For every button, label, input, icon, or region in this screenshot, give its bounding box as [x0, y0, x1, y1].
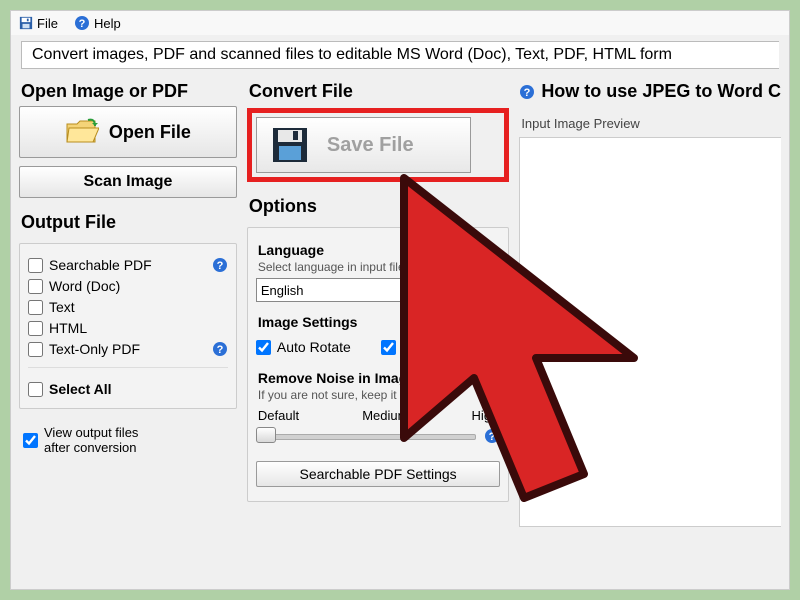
save-file-highlight: Save File — [247, 108, 509, 182]
options-section-title: Options — [249, 196, 509, 217]
menu-file[interactable]: File — [19, 16, 58, 31]
auto-rotate-checkbox[interactable] — [256, 340, 271, 355]
output-section-title: Output File — [21, 212, 237, 233]
howto-title: How to use JPEG to Word C — [541, 81, 781, 102]
save-file-label: Save File — [327, 134, 414, 157]
noise-title: Remove Noise in Image — [258, 370, 500, 386]
help-icon: ? — [519, 84, 535, 100]
open-file-button[interactable]: Open File — [19, 106, 237, 158]
preview-label: Input Image Preview — [519, 116, 781, 131]
view-output-checkbox[interactable] — [23, 433, 38, 448]
output-option-row: Searchable PDF? — [28, 257, 228, 273]
output-option-row: HTML — [28, 320, 228, 336]
svg-text:?: ? — [524, 87, 531, 99]
help-icon[interactable]: ? — [212, 257, 228, 273]
options-group: Language Select language in input file E… — [247, 227, 509, 502]
select-all-checkbox[interactable] — [28, 382, 43, 397]
menu-help[interactable]: ? Help — [74, 15, 121, 31]
help-icon[interactable]: ? — [212, 341, 228, 357]
svg-text:?: ? — [217, 260, 224, 272]
open-section-title: Open Image or PDF — [21, 81, 237, 102]
menu-help-label: Help — [94, 16, 121, 31]
menubar: File ? Help — [11, 11, 789, 35]
svg-text:?: ? — [79, 18, 86, 30]
menu-file-label: File — [37, 16, 58, 31]
floppy-icon — [19, 16, 33, 30]
auto-rotate-label: Auto Rotate — [277, 339, 351, 355]
deskew-checkbox[interactable] — [381, 340, 396, 355]
output-option-label: Searchable PDF — [49, 257, 152, 273]
output-option-checkbox[interactable] — [28, 258, 43, 273]
output-option-label: HTML — [49, 320, 87, 336]
svg-text:?: ? — [217, 344, 224, 356]
output-option-label: Text-Only PDF — [49, 341, 140, 357]
convert-section-title: Convert File — [249, 81, 509, 102]
help-icon: ? — [74, 15, 90, 31]
svg-text:?: ? — [489, 431, 496, 443]
noise-slider[interactable] — [256, 425, 476, 447]
select-all-label: Select All — [49, 381, 112, 397]
open-file-label: Open File — [109, 122, 191, 143]
output-option-checkbox[interactable] — [28, 279, 43, 294]
scan-image-label: Scan Image — [83, 173, 172, 191]
language-title: Language — [258, 242, 500, 258]
noise-label-medium: Medium — [362, 408, 408, 423]
noise-label-default: Default — [258, 408, 299, 423]
help-icon[interactable]: ? — [484, 428, 500, 444]
scan-image-button[interactable]: Scan Image — [19, 166, 237, 198]
deskew-label: Desk — [402, 339, 434, 355]
howto-title-row: ? How to use JPEG to Word C — [519, 81, 781, 102]
output-option-checkbox[interactable] — [28, 342, 43, 357]
noise-hint: If you are not sure, keep it as "def — [258, 388, 500, 402]
output-option-label: Word (Doc) — [49, 278, 120, 294]
output-option-row: Text-Only PDF? — [28, 341, 228, 357]
floppy-icon — [271, 126, 309, 164]
language-select[interactable]: English — [256, 278, 500, 302]
language-hint: Select language in input file — [258, 260, 500, 274]
banner-text: Convert images, PDF and scanned files to… — [21, 41, 779, 69]
noise-label-high: High — [472, 408, 499, 423]
output-option-label: Text — [49, 299, 75, 315]
output-option-row: Text — [28, 299, 228, 315]
app-window: File ? Help Convert images, PDF and scan… — [10, 10, 790, 590]
image-settings-title: Image Settings — [258, 314, 500, 330]
preview-pane — [519, 137, 781, 527]
view-output-label: View output files after conversion — [44, 425, 138, 455]
searchable-pdf-settings-button[interactable]: Searchable PDF Settings — [256, 461, 500, 487]
output-option-checkbox[interactable] — [28, 300, 43, 315]
output-option-row: Word (Doc) — [28, 278, 228, 294]
folder-icon — [65, 118, 99, 146]
output-option-checkbox[interactable] — [28, 321, 43, 336]
save-file-button[interactable]: Save File — [256, 117, 471, 173]
output-group: Searchable PDF? Word (Doc) Text HTML Text-On… — [19, 243, 237, 409]
